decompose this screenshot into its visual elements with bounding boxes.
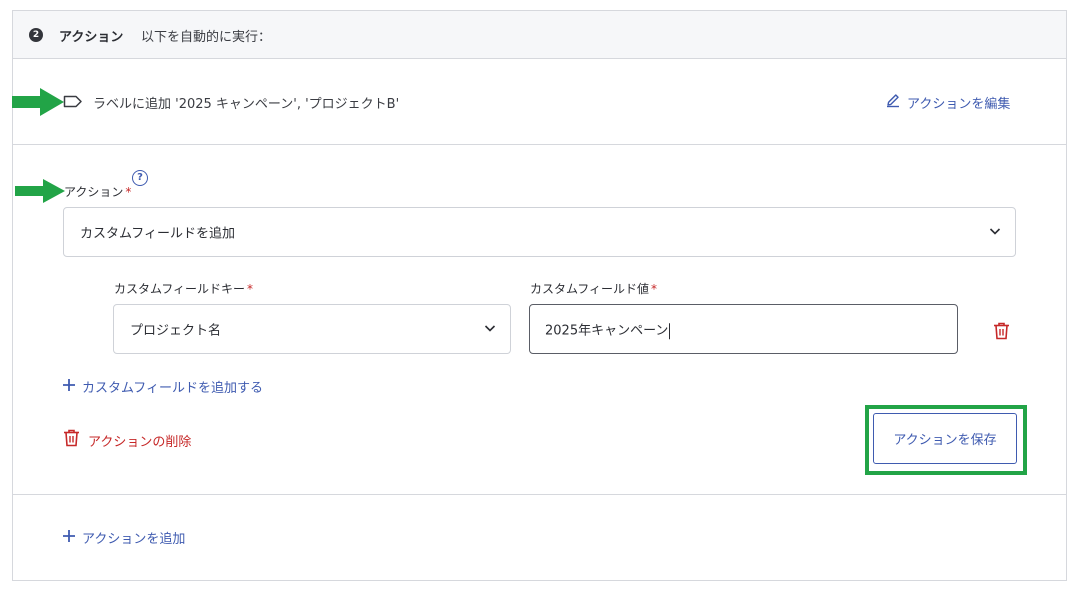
delete-action-label: アクションの削除 — [88, 434, 192, 450]
custom-field-key-select[interactable]: プロジェクト名 — [113, 304, 511, 354]
label-tag-icon — [63, 95, 83, 112]
add-custom-field-label: カスタムフィールドを追加する — [82, 381, 263, 396]
custom-field-value-label: カスタムフィールド値 * — [530, 282, 658, 296]
plus-icon — [62, 529, 76, 547]
action-field-label: アクション * — [64, 185, 132, 199]
delete-action-link[interactable]: アクションの削除 — [63, 429, 191, 451]
required-mark: * — [651, 282, 658, 296]
action-summary-row: ラベルに追加 '2025 キャンペーン', 'プロジェクトB' アクションを編集 — [13, 59, 1066, 145]
action-type-value: カスタムフィールドを追加 — [80, 226, 235, 242]
header-subtitle: 以下を自動的に実行： — [141, 30, 272, 45]
delete-custom-field-trash-icon[interactable] — [993, 322, 1010, 344]
trash-icon — [63, 429, 80, 451]
add-action-link[interactable]: アクションを追加 — [62, 528, 185, 547]
action-type-select[interactable]: カスタムフィールドを追加 — [63, 207, 1016, 257]
edit-action-link[interactable]: アクションを編集 — [885, 92, 1010, 112]
step-number-badge: 2 — [29, 28, 43, 42]
add-action-label: アクションを追加 — [82, 532, 186, 547]
action-header: 2 アクション 以下を自動的に実行： — [13, 11, 1066, 59]
save-action-button[interactable]: アクションを保存 — [873, 413, 1017, 464]
annotation-arrow-icon — [15, 179, 65, 203]
required-mark: * — [247, 282, 254, 296]
header-title: アクション — [59, 30, 124, 45]
add-custom-field-link[interactable]: カスタムフィールドを追加する — [62, 377, 263, 396]
custom-field-value-text: 2025年キャンペーン — [545, 323, 669, 339]
custom-field-key-label: カスタムフィールドキー * — [114, 282, 254, 296]
plus-icon — [62, 378, 76, 396]
action-summary-text: ラベルに追加 '2025 キャンペーン', 'プロジェクトB' — [93, 97, 400, 112]
section-divider — [12, 494, 1067, 495]
text-caret — [669, 322, 671, 339]
help-icon[interactable]: ? — [132, 170, 148, 186]
required-mark: * — [125, 185, 132, 199]
annotation-arrow-icon — [12, 88, 64, 116]
custom-field-value-input[interactable]: 2025年キャンペーン — [529, 304, 958, 354]
chevron-down-icon — [989, 225, 1001, 240]
chevron-down-icon — [484, 322, 496, 337]
pencil-icon — [885, 92, 901, 112]
edit-action-label: アクションを編集 — [907, 96, 1011, 112]
custom-field-key-value: プロジェクト名 — [130, 323, 222, 339]
